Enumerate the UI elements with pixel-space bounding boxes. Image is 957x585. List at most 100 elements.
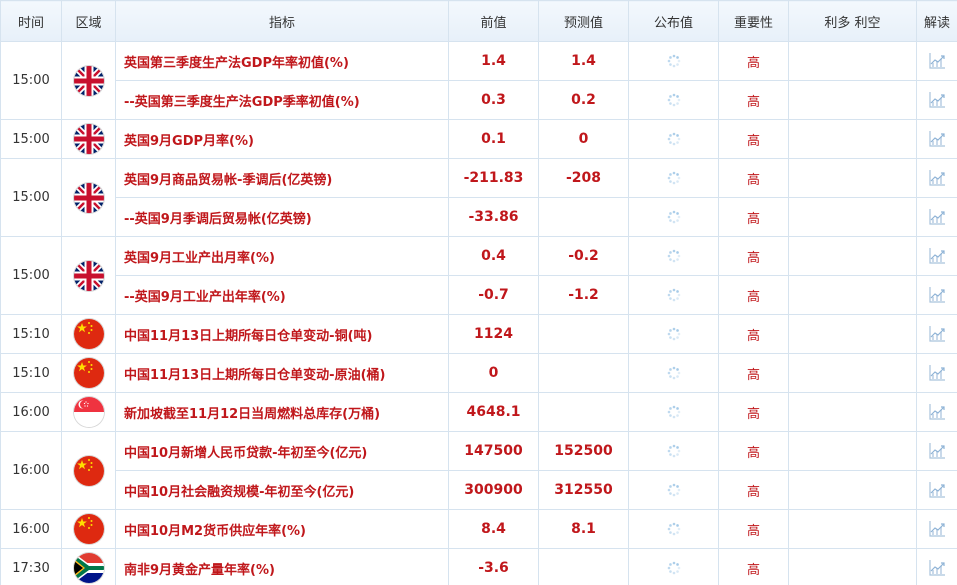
actual-value-cell xyxy=(628,275,719,315)
analysis-cell xyxy=(916,431,957,471)
uk-flag-icon xyxy=(73,124,104,154)
event-time: 15:00 xyxy=(0,41,62,120)
line-chart-icon[interactable] xyxy=(927,248,947,264)
line-chart-icon[interactable] xyxy=(927,404,947,420)
analysis-cell xyxy=(916,392,957,432)
line-chart-icon[interactable] xyxy=(927,287,947,303)
table-row: 15:00 英国9月商品贸易帐-季调后(亿英镑) -211.83 -208 高 xyxy=(0,158,957,237)
importance-level: 高 xyxy=(718,236,789,276)
loading-spinner-icon xyxy=(667,405,681,420)
forecast-value: 1.4 xyxy=(538,41,629,81)
previous-value: -3.6 xyxy=(448,548,539,585)
previous-value: -33.86 xyxy=(448,197,539,237)
analysis-cell xyxy=(916,80,957,120)
indicator-name[interactable]: 中国10月新增人民币贷款-年初至今(亿元) xyxy=(115,431,449,471)
line-chart-icon[interactable] xyxy=(927,170,947,186)
impact-cell xyxy=(788,470,917,510)
indicator-name[interactable]: 中国11月13日上期所每日仓单变动-原油(桶) xyxy=(115,353,449,393)
indicator-name[interactable]: 中国10月M2货币供应年率(%) xyxy=(115,509,449,549)
actual-value-cell xyxy=(628,236,719,276)
table-row: --英国9月工业产出年率(%) -0.7 -1.2 高 xyxy=(1,275,957,315)
region-flag-cell xyxy=(61,158,116,237)
table-row: 16:00 中国10月新增人民币贷款-年初至今(亿元) 147500 152500 高 xyxy=(0,431,957,510)
importance-level: 高 xyxy=(718,509,789,549)
indicator-name[interactable]: 南非9月黄金产量年率(%) xyxy=(115,548,449,585)
analysis-cell xyxy=(916,353,957,393)
importance-level: 高 xyxy=(718,41,789,81)
table-row: --英国第三季度生产法GDP季率初值(%) 0.3 0.2 高 xyxy=(1,80,957,120)
indicator-name[interactable]: 英国9月GDP月率(%) xyxy=(115,119,449,159)
indicator-name[interactable]: 英国9月商品贸易帐-季调后(亿英镑) xyxy=(115,158,449,198)
forecast-value xyxy=(538,392,629,432)
cn-flag-icon xyxy=(73,319,104,349)
indicator-name[interactable]: 新加坡截至11月12日当周燃料总库存(万桶) xyxy=(115,392,449,432)
line-chart-icon[interactable] xyxy=(927,482,947,498)
region-flag-cell xyxy=(61,353,116,393)
loading-spinner-icon xyxy=(667,93,681,108)
analysis-cell xyxy=(916,275,957,315)
loading-spinner-icon xyxy=(667,249,681,264)
table-row: 15:00 英国9月GDP月率(%) 0.1 0 高 xyxy=(0,119,957,159)
previous-value: -0.7 xyxy=(448,275,539,315)
uk-flag-icon xyxy=(73,260,104,291)
line-chart-icon[interactable] xyxy=(927,131,947,147)
previous-value: 1124 xyxy=(448,314,539,354)
line-chart-icon[interactable] xyxy=(927,53,947,69)
indicator-name[interactable]: --英国9月季调后贸易帐(亿英镑) xyxy=(115,197,449,237)
line-chart-icon[interactable] xyxy=(927,365,947,381)
event-time: 15:00 xyxy=(0,158,62,237)
impact-cell xyxy=(788,119,917,159)
actual-value-cell xyxy=(628,353,719,393)
line-chart-icon[interactable] xyxy=(927,209,947,225)
indicator-name[interactable]: --英国9月工业产出年率(%) xyxy=(115,275,449,315)
indicator-name[interactable]: --英国第三季度生产法GDP季率初值(%) xyxy=(115,80,449,120)
line-chart-icon[interactable] xyxy=(927,92,947,108)
line-chart-icon[interactable] xyxy=(927,443,947,459)
line-chart-icon[interactable] xyxy=(927,521,947,537)
indicator-name[interactable]: 中国10月社会融资规模-年初至今(亿元) xyxy=(115,470,449,510)
event-time: 15:10 xyxy=(0,314,62,354)
economic-calendar-table: 时间 区域 指标 前值 预测值 公布值 重要性 利多 利空 解读 15:00 英国… xyxy=(0,0,957,585)
forecast-value xyxy=(538,353,629,393)
importance-level: 高 xyxy=(718,431,789,471)
importance-level: 高 xyxy=(718,119,789,159)
impact-cell xyxy=(788,548,917,585)
line-chart-icon[interactable] xyxy=(927,560,947,576)
actual-value-cell xyxy=(628,392,719,432)
impact-cell xyxy=(788,41,917,81)
table-row: 16:00 中国10月M2货币供应年率(%) 8.4 8.1 高 xyxy=(0,509,957,549)
forecast-value xyxy=(538,314,629,354)
actual-value-cell xyxy=(628,314,719,354)
forecast-value: 8.1 xyxy=(538,509,629,549)
analysis-cell xyxy=(916,197,957,237)
impact-cell xyxy=(788,353,917,393)
indicator-name[interactable]: 中国11月13日上期所每日仓单变动-铜(吨) xyxy=(115,314,449,354)
actual-value-cell xyxy=(628,470,719,510)
sg-flag-icon xyxy=(73,397,104,427)
loading-spinner-icon xyxy=(667,444,681,459)
importance-level: 高 xyxy=(718,314,789,354)
line-chart-icon[interactable] xyxy=(927,326,947,342)
loading-spinner-icon xyxy=(667,561,681,576)
region-flag-cell xyxy=(61,392,116,432)
forecast-value: 312550 xyxy=(538,470,629,510)
loading-spinner-icon xyxy=(667,171,681,186)
actual-value-cell xyxy=(628,548,719,585)
indicator-name[interactable]: 英国第三季度生产法GDP年率初值(%) xyxy=(115,41,449,81)
analysis-cell xyxy=(916,548,957,585)
event-time: 17:30 xyxy=(0,548,62,585)
loading-spinner-icon xyxy=(667,366,681,381)
impact-cell xyxy=(788,509,917,549)
indicator-name[interactable]: 英国9月工业产出月率(%) xyxy=(115,236,449,276)
region-flag-cell xyxy=(61,548,116,585)
analysis-cell xyxy=(916,470,957,510)
importance-level: 高 xyxy=(718,353,789,393)
previous-value: 8.4 xyxy=(448,509,539,549)
importance-level: 高 xyxy=(718,197,789,237)
table-row: 17:30 南非9月黄金产量年率(%) -3.6 高 xyxy=(0,548,957,585)
actual-value-cell xyxy=(628,509,719,549)
table-row: 15:10 中国11月13日上期所每日仓单变动-铜(吨) 1124 高 xyxy=(0,314,957,354)
previous-value: 0.3 xyxy=(448,80,539,120)
analysis-cell xyxy=(916,236,957,276)
cn-flag-icon xyxy=(73,358,104,388)
